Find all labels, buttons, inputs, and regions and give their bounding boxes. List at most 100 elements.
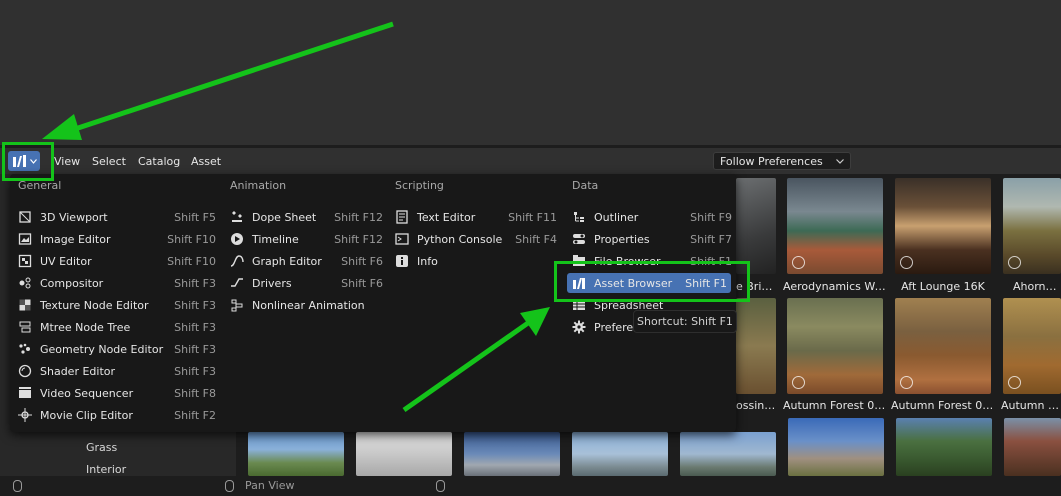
asset-thumbnail[interactable] xyxy=(680,432,776,476)
asset-label: Autumn Forest 02… xyxy=(891,399,995,412)
hdri-icon xyxy=(1008,376,1021,389)
chevron-down-icon xyxy=(836,158,844,164)
clip-icon xyxy=(18,408,32,422)
status-bar xyxy=(0,476,1061,496)
menu-item-mtree-node-tree[interactable]: Mtree Node Tree Shift F3 xyxy=(18,317,216,337)
status-pan-view: Pan View xyxy=(245,479,295,492)
menu-item-shortcut: Shift F3 xyxy=(174,320,216,334)
asset-thumbnail[interactable] xyxy=(1003,298,1061,394)
menu-item-shortcut: Shift F7 xyxy=(690,232,732,246)
graph-icon xyxy=(230,254,244,268)
menu-item-outliner[interactable]: Outliner Shift F9 xyxy=(572,207,732,227)
menu-item-label: Dope Sheet xyxy=(252,210,317,224)
menu-item-shortcut: Shift F3 xyxy=(174,364,216,378)
menu-item-label: Video Sequencer xyxy=(40,386,134,400)
asset-library-select-value: Follow Preferences xyxy=(720,154,823,168)
dopesheet-icon xyxy=(230,210,244,224)
menu-item-geometry-node-editor[interactable]: Geometry Node Editor Shift F3 xyxy=(18,339,216,359)
annotation-highlight-editor-button xyxy=(2,142,54,181)
mouse-right-icon xyxy=(436,480,445,492)
menu-item-shortcut: Shift F12 xyxy=(334,210,383,224)
tooltip-text: Shortcut: Shift F1 xyxy=(637,315,733,328)
catalog-item-grass[interactable]: Grass xyxy=(86,441,117,454)
shader-icon xyxy=(18,364,32,378)
viewport-icon xyxy=(18,210,32,224)
menu-item-shortcut: Shift F10 xyxy=(167,232,216,246)
asset-label: Aft Lounge 16K xyxy=(901,280,985,293)
asset-thumbnail[interactable] xyxy=(787,298,883,394)
menu-column-scripting: Scripting xyxy=(395,179,444,192)
uv-icon xyxy=(18,254,32,268)
menu-item-label: UV Editor xyxy=(40,254,92,268)
menu-item-shortcut: Shift F2 xyxy=(174,408,216,422)
asset-thumbnail[interactable] xyxy=(895,298,991,394)
menu-catalog[interactable]: Catalog xyxy=(138,155,180,168)
menu-item-movie-clip-editor[interactable]: Movie Clip Editor Shift F2 xyxy=(18,405,216,425)
menu-column-data: Data xyxy=(572,179,599,192)
menu-item-drivers[interactable]: Drivers Shift F6 xyxy=(230,273,383,293)
menu-asset[interactable]: Asset xyxy=(191,155,221,168)
info-icon xyxy=(395,254,409,268)
outliner-icon xyxy=(572,210,586,224)
menu-column-animation: Animation xyxy=(230,179,287,192)
asset-thumbnail[interactable] xyxy=(736,178,776,274)
shortcut-tooltip: Shortcut: Shift F1 xyxy=(633,310,737,333)
menu-item-nonlinear-animation[interactable]: Nonlinear Animation xyxy=(230,295,383,315)
hdri-icon xyxy=(900,256,913,269)
menu-item-python-console[interactable]: Python Console Shift F4 xyxy=(395,229,557,249)
menu-item-label: Info xyxy=(417,254,438,268)
asset-thumbnail[interactable] xyxy=(788,418,884,476)
menu-item-image-editor[interactable]: Image Editor Shift F10 xyxy=(18,229,216,249)
texture-icon xyxy=(18,298,32,312)
menu-view[interactable]: View xyxy=(54,155,80,168)
image-icon xyxy=(18,232,32,246)
menu-item-label: Text Editor xyxy=(417,210,476,224)
menu-item-label: 3D Viewport xyxy=(40,210,108,224)
hdri-icon xyxy=(900,376,913,389)
menu-item-shortcut: Shift F3 xyxy=(174,276,216,290)
menu-item-shortcut: Shift F4 xyxy=(515,232,557,246)
asset-thumbnail[interactable] xyxy=(896,418,992,476)
menu-item-label: Graph Editor xyxy=(252,254,322,268)
menu-select[interactable]: Select xyxy=(92,155,126,168)
menu-item-text-editor[interactable]: Text Editor Shift F11 xyxy=(395,207,557,227)
asset-label: Autumn Gro xyxy=(1001,399,1061,412)
catalog-item-interior[interactable]: Interior xyxy=(86,463,126,476)
asset-thumbnail[interactable] xyxy=(895,178,991,274)
menu-item-info[interactable]: Info xyxy=(395,251,557,271)
asset-library-select[interactable]: Follow Preferences xyxy=(713,152,851,170)
menu-item-video-sequencer[interactable]: Video Sequencer Shift F8 xyxy=(18,383,216,403)
asset-thumbnail[interactable] xyxy=(356,432,452,476)
menu-item-compositor[interactable]: Compositor Shift F3 xyxy=(18,273,216,293)
properties-icon xyxy=(572,232,586,246)
menu-item-label: Shader Editor xyxy=(40,364,116,378)
asset-thumbnail[interactable] xyxy=(464,432,560,476)
menu-item-label: Drivers xyxy=(252,276,292,290)
asset-thumbnail[interactable] xyxy=(248,432,344,476)
menu-item-label: Mtree Node Tree xyxy=(40,320,131,334)
mouse-icon xyxy=(13,480,22,492)
menu-item-properties[interactable]: Properties Shift F7 xyxy=(572,229,732,249)
menu-item-shortcut: Shift F3 xyxy=(174,298,216,312)
menu-item-timeline[interactable]: Timeline Shift F12 xyxy=(230,229,383,249)
menu-item-uv-editor[interactable]: UV Editor Shift F10 xyxy=(18,251,216,271)
asset-thumbnail[interactable] xyxy=(1003,178,1061,274)
menu-item-texture-node-editor[interactable]: Texture Node Editor Shift F3 xyxy=(18,295,216,315)
geometry-icon xyxy=(18,342,32,356)
asset-thumbnail[interactable] xyxy=(787,178,883,274)
menu-item-graph-editor[interactable]: Graph Editor Shift F6 xyxy=(230,251,383,271)
asset-label: Aerodynamics Wo… xyxy=(783,280,887,293)
menu-item-shader-editor[interactable]: Shader Editor Shift F3 xyxy=(18,361,216,381)
menu-item-label: Movie Clip Editor xyxy=(40,408,133,422)
annotation-highlight-asset-browser xyxy=(554,261,750,302)
asset-thumbnail[interactable] xyxy=(736,298,776,394)
menu-item-shortcut: Shift F3 xyxy=(174,342,216,356)
asset-thumbnail[interactable] xyxy=(572,432,668,476)
menu-item-3d-viewport[interactable]: 3D Viewport Shift F5 xyxy=(18,207,216,227)
menu-item-label: Outliner xyxy=(594,210,639,224)
asset-thumbnail[interactable] xyxy=(1004,418,1061,476)
menu-item-shortcut: Shift F11 xyxy=(508,210,557,224)
menu-item-shortcut: Shift F6 xyxy=(341,254,383,268)
menu-item-dope-sheet[interactable]: Dope Sheet Shift F12 xyxy=(230,207,383,227)
menu-item-label: Properties xyxy=(594,232,650,246)
